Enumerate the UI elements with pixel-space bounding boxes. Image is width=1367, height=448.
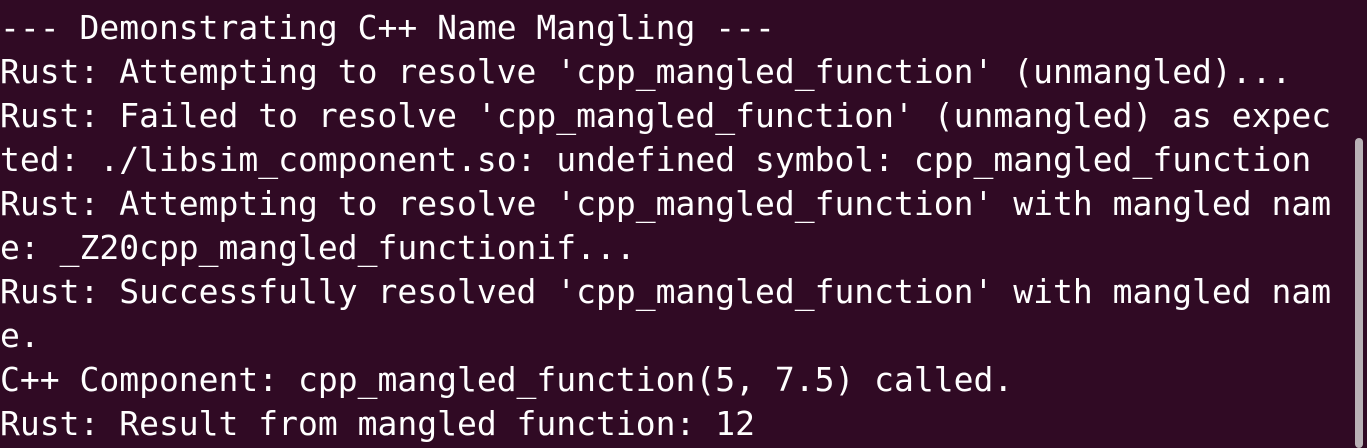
terminal-line: e. — [0, 316, 40, 355]
terminal-line: --- Demonstrating C++ Name Mangling --- — [0, 8, 775, 47]
terminal-output: --- Demonstrating C++ Name Mangling --- … — [0, 6, 1345, 446]
scrollbar-thumb[interactable] — [1355, 138, 1363, 448]
terminal-line: Rust: Failed to resolve 'cpp_mangled_fun… — [0, 96, 1332, 135]
scrollbar[interactable] — [1351, 0, 1367, 448]
terminal-line: Rust: Successfully resolved 'cpp_mangled… — [0, 272, 1332, 311]
terminal-line: C++ Component: cpp_mangled_function(5, 7… — [0, 360, 1014, 399]
terminal-line: e: _Z20cpp_mangled_functionif... — [0, 228, 636, 267]
terminal-line: Rust: Attempting to resolve 'cpp_mangled… — [0, 184, 1332, 223]
terminal-line: Rust: Attempting to resolve 'cpp_mangled… — [0, 52, 1292, 91]
terminal-line: Rust: Result from mangled function: 12 — [0, 404, 755, 443]
terminal-window[interactable]: --- Demonstrating C++ Name Mangling --- … — [0, 0, 1367, 448]
terminal-line: ted: ./libsim_component.so: undefined sy… — [0, 140, 1312, 179]
